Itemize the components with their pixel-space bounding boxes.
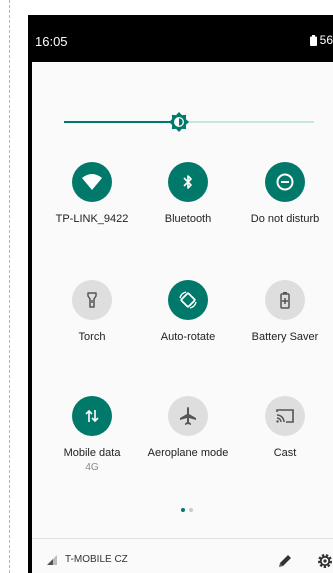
status-time: 16:05 <box>35 34 68 49</box>
tile-mobile-data[interactable]: Mobile data 4G <box>42 396 142 473</box>
mobile-data-icon[interactable] <box>72 396 112 436</box>
tile-do-not-disturb[interactable]: Do not disturb <box>235 162 333 225</box>
battery-level: 56 <box>319 33 333 47</box>
status-bar: 16:05 56 <box>28 15 333 62</box>
brightness-slider[interactable] <box>64 112 314 132</box>
carrier-info: T-MOBILE CZ <box>47 554 128 565</box>
page-dot-active <box>181 508 185 512</box>
signal-icon <box>47 554 57 565</box>
bluetooth-icon[interactable] <box>168 162 208 202</box>
auto-rotate-icon[interactable] <box>168 280 208 320</box>
tile-label: Aeroplane mode <box>147 447 229 459</box>
tile-label: TP-LINK_9422 <box>55 213 129 225</box>
tile-bluetooth[interactable]: Bluetooth <box>138 162 238 225</box>
tile-auto-rotate[interactable]: Auto-rotate <box>138 280 238 343</box>
edit-icon[interactable] <box>276 552 294 570</box>
tile-label: Torch <box>78 331 106 343</box>
brightness-slider-fill <box>64 121 179 123</box>
torch-icon[interactable] <box>72 280 112 320</box>
page-dot <box>189 508 193 512</box>
battery-saver-icon[interactable] <box>265 280 305 320</box>
quick-settings-footer: T-MOBILE CZ <box>32 538 333 573</box>
aeroplane-icon[interactable] <box>168 396 208 436</box>
carrier-name: T-MOBILE CZ <box>65 554 128 565</box>
wifi-icon[interactable] <box>72 162 112 202</box>
phone-screen: 16:05 56 TP-LINK_9422 Bluetooth Do not dis… <box>28 15 333 573</box>
tile-cast[interactable]: Cast <box>235 396 333 459</box>
tile-aeroplane[interactable]: Aeroplane mode <box>138 396 238 459</box>
quick-settings-panel: TP-LINK_9422 Bluetooth Do not disturb Torch… <box>32 62 333 573</box>
tile-label: Do not disturb <box>250 213 320 225</box>
tile-label: Mobile data <box>63 447 121 459</box>
battery-icon <box>309 34 317 46</box>
cast-icon[interactable] <box>265 396 305 436</box>
battery-status: 56 <box>309 33 333 47</box>
brightness-icon[interactable] <box>168 111 190 133</box>
tile-wifi[interactable]: TP-LINK_9422 <box>42 162 142 225</box>
tile-label: Cast <box>273 447 297 459</box>
tile-label: Auto-rotate <box>160 331 216 343</box>
tile-torch[interactable]: Torch <box>42 280 142 343</box>
settings-gear-icon[interactable] <box>316 552 333 570</box>
tile-label: Bluetooth <box>164 213 212 225</box>
page-margin-guide <box>9 0 10 573</box>
do-not-disturb-icon[interactable] <box>265 162 305 202</box>
tile-battery-saver[interactable]: Battery Saver <box>235 280 333 343</box>
tile-label: Battery Saver <box>251 331 319 343</box>
page-indicator <box>181 508 193 512</box>
tile-sublabel: 4G <box>85 462 99 473</box>
